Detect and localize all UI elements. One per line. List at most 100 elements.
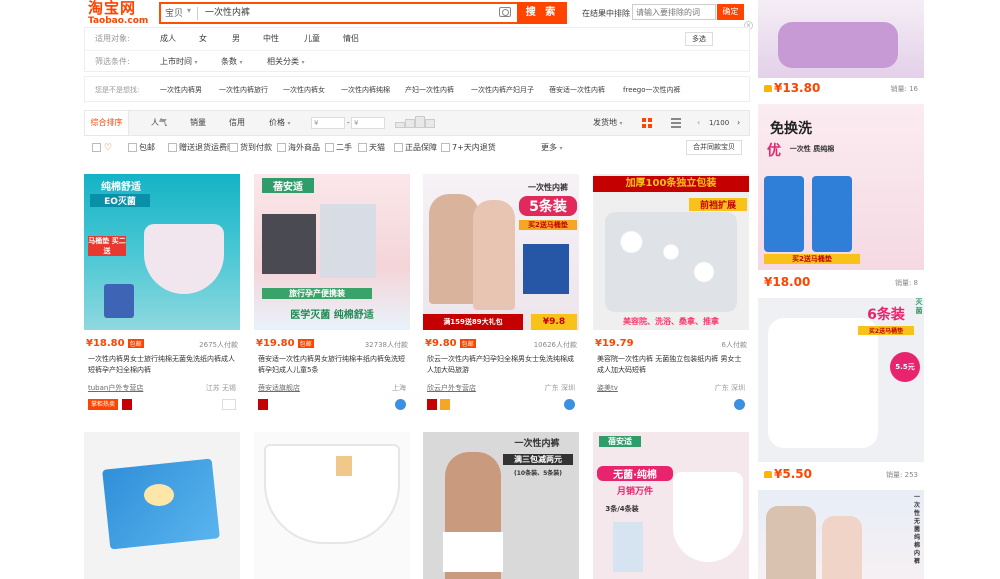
product-image[interactable]: 一次性无菌纯棉内裤 — [758, 490, 924, 579]
product-image[interactable]: 6条装 买2送马桶垫 灭菌 5.5元 — [758, 298, 924, 462]
sort-default-tab[interactable]: 综合排序 — [85, 111, 129, 135]
sort-credit-tab[interactable]: 信用 — [229, 111, 245, 135]
option-label[interactable]: 二手 — [336, 138, 352, 158]
option-label[interactable]: 赠送退货运费险 — [179, 138, 235, 158]
camera-icon[interactable] — [499, 7, 511, 17]
product-image[interactable]: 加厚100条独立包装 前裆扩展 美容院、洗浴、桑拿、推拿 — [593, 174, 749, 330]
checkbox[interactable] — [229, 143, 238, 152]
sort-price-tab[interactable]: 价格 ▾ — [269, 111, 291, 136]
more-options-dropdown[interactable]: 更多 ▾ — [541, 138, 563, 159]
product-image[interactable]: 免换洗 优 一次性 质纯棉 买2送马桶垫 — [758, 104, 924, 270]
price-range-bar[interactable] — [395, 122, 405, 128]
related-link[interactable]: 一次性内裤旅行 — [219, 77, 268, 103]
product-image[interactable]: 一次性内裤 5条装 买2送马桶垫 满159送89大礼包 ¥9.8 — [423, 174, 579, 330]
shop-link[interactable]: 姿美tv — [597, 383, 618, 393]
product-title[interactable]: 欣云一次性内裤产妇孕妇全棉男女士免洗纯棉成人加大码旅游 — [427, 354, 577, 376]
option-label[interactable]: 海外商品 — [288, 138, 320, 158]
taobao-logo[interactable]: 淘宝网 Taobao.com — [88, 0, 154, 26]
grid-view-icon[interactable] — [642, 118, 652, 128]
checkbox[interactable] — [168, 143, 177, 152]
sidebar-product[interactable]: 免换洗 优 一次性 质纯棉 买2送马桶垫 ¥18.00 销量: 8 — [758, 104, 924, 292]
checkbox[interactable] — [441, 143, 450, 152]
product-card[interactable]: 一次性内裤 满三包减两元 (10条装、5条装) — [423, 432, 579, 579]
multi-select-button[interactable]: 多选 — [685, 32, 713, 46]
product-card[interactable]: 一次性内裤 5条装 买2送马桶垫 满159送89大礼包 ¥9.8 ¥9.80 包邮… — [423, 174, 579, 414]
search-category-select[interactable]: 宝贝 — [165, 6, 183, 19]
product-card[interactable] — [254, 432, 410, 579]
image-text: 6条装 — [867, 307, 905, 323]
product-image[interactable]: 一次性内裤 满三包减两元 (10条装、5条装) — [423, 432, 579, 579]
shop-link[interactable]: 蓓安适旗舰店 — [258, 383, 300, 393]
option-label[interactable]: 货到付款 — [240, 138, 272, 158]
filter-option[interactable]: 女 — [199, 28, 207, 50]
filter-row-conditions: 筛选条件: 上市时间 ▾ 条数 ▾ 相关分类 ▾ — [85, 50, 751, 72]
product-title[interactable]: 蓓安适一次性内裤男女旅行纯棉丰纸内裤免洗短裤孕妇成人儿童5条 — [258, 354, 408, 376]
product-card[interactable]: 纯棉舒适 EO灭菌 马桶垫 买二送 ¥18.80 包邮 2675人付款 一次性内裤… — [84, 174, 240, 414]
product-card[interactable] — [84, 432, 240, 579]
list-view-icon[interactable] — [671, 118, 681, 128]
price-range-bar[interactable] — [405, 119, 415, 128]
search-input[interactable] — [205, 6, 505, 16]
exclude-confirm-button[interactable]: 确定 — [717, 4, 744, 20]
product-image[interactable]: 蓓安适 无菌·纯棉 月销万件 3条/4条装 — [593, 432, 749, 579]
related-link[interactable]: 一次性内裤纯棉 — [341, 77, 390, 103]
filter-option[interactable]: 情侣 — [343, 28, 359, 50]
wangwang-icon[interactable] — [734, 399, 745, 410]
product-image[interactable] — [254, 432, 410, 579]
product-image[interactable]: 纯棉舒适 EO灭菌 马桶垫 买二送 — [84, 174, 240, 330]
product-image[interactable] — [84, 432, 240, 579]
sidebar-product[interactable]: 6条装 买2送马桶垫 灭菌 5.5元 ¥5.50 销量: 253 — [758, 298, 924, 484]
filter-option[interactable]: 中性 — [263, 28, 279, 50]
related-link[interactable]: 蓓安适一次性内裤 — [549, 77, 605, 103]
option-label[interactable]: 包邮 — [139, 138, 155, 158]
location-dropdown[interactable]: 发货地 ▾ — [593, 111, 623, 136]
related-link[interactable]: 产妇一次性内裤 — [405, 77, 454, 103]
filter-panel: 适用对象: 成人 女 男 中性 儿童 情侣 多选 筛选条件: 上市时间 ▾ 条数… — [84, 27, 751, 72]
wangwang-icon[interactable] — [564, 399, 575, 410]
product-image[interactable] — [758, 0, 924, 78]
search-box[interactable]: 宝贝 ▾ — [159, 2, 517, 24]
merge-same-items-button[interactable]: 合并同款宝贝 — [686, 140, 742, 155]
sort-sales-tab[interactable]: 销量 — [190, 111, 206, 135]
checkbox[interactable] — [128, 143, 137, 152]
product-title[interactable]: 美容院一次性内裤 无菌独立包装纸内裤 男女士成人加大码短裤 — [597, 354, 747, 376]
filter-dropdown[interactable]: 条数 ▾ — [221, 51, 243, 74]
filter-option[interactable]: 男 — [232, 28, 240, 50]
filter-option[interactable]: 儿童 — [304, 28, 320, 50]
related-link[interactable]: 一次性内裤女 — [283, 77, 325, 103]
checkbox[interactable] — [394, 143, 403, 152]
price-max-input[interactable]: ¥ — [351, 117, 385, 129]
product-card[interactable]: 加厚100条独立包装 前裆扩展 美容院、洗浴、桑拿、推拿 ¥19.79 6人付款… — [593, 174, 749, 414]
wangwang-icon[interactable] — [395, 399, 406, 410]
exclude-input[interactable] — [632, 4, 716, 20]
option-label[interactable]: 天猫 — [369, 138, 385, 158]
next-page-icon[interactable]: › — [737, 111, 740, 135]
related-link[interactable]: 一次性内裤男 — [160, 77, 202, 103]
price-min-input[interactable]: ¥ — [311, 117, 345, 129]
checkbox[interactable] — [277, 143, 286, 152]
product-title[interactable]: 一次性内裤男女士旅行纯棉无菌免洗纸内裤成人短裤孕产妇全棉内裤 — [88, 354, 238, 376]
checkbox[interactable] — [92, 143, 101, 152]
checkbox[interactable] — [325, 143, 334, 152]
product-card[interactable]: 蓓安适 旅行孕产便携装 医学灭菌 纯棉舒适 ¥19.80 包邮 32738人付款 … — [254, 174, 410, 414]
product-card[interactable]: 蓓安适 无菌·纯棉 月销万件 3条/4条装 — [593, 432, 749, 579]
option-label[interactable]: 正品保障 — [405, 138, 437, 158]
price-range-bar[interactable] — [425, 119, 435, 128]
shop-link[interactable]: 欣云户外专营店 — [427, 383, 476, 393]
search-button[interactable]: 搜 索 — [517, 2, 567, 24]
filter-dropdown[interactable]: 相关分类 ▾ — [267, 51, 305, 74]
filter-dropdown[interactable]: 上市时间 ▾ — [160, 51, 198, 74]
sort-popularity-tab[interactable]: 人气 — [151, 111, 167, 135]
option-label[interactable]: 7+天内退货 — [452, 138, 496, 158]
related-link[interactable]: 一次性内裤产妇月子 — [471, 77, 534, 103]
filter-option[interactable]: 成人 — [160, 28, 176, 50]
shop-link[interactable]: tuban户外专营店 — [88, 383, 143, 393]
sidebar-product[interactable]: ¥13.80 销量: 16 — [758, 0, 924, 96]
checkbox[interactable] — [358, 143, 367, 152]
related-link[interactable]: freego一次性内裤 — [623, 77, 681, 103]
product-image[interactable]: 蓓安适 旅行孕产便携装 医学灭菌 纯棉舒适 — [254, 174, 410, 330]
coupon-icon[interactable]: ♡ — [104, 138, 112, 158]
prev-page-icon[interactable]: ‹ — [697, 111, 700, 135]
sidebar-product[interactable]: 一次性无菌纯棉内裤 — [758, 490, 924, 579]
price-range-bar[interactable] — [415, 116, 425, 128]
